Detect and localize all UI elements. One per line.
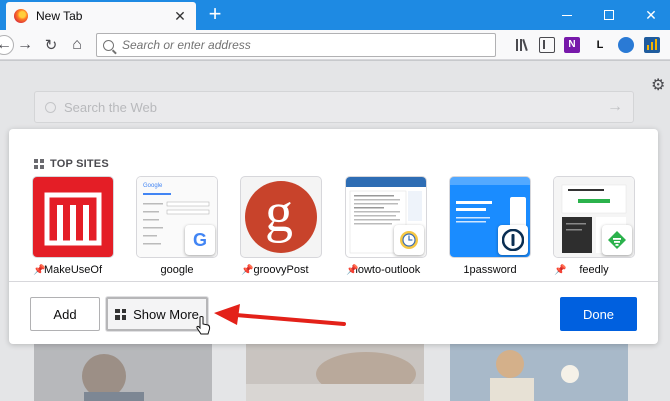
pin-icon: 📌 xyxy=(33,265,46,276)
maximize-button[interactable] xyxy=(588,0,630,30)
maximize-icon xyxy=(604,10,614,20)
hand-cursor-icon xyxy=(196,316,211,335)
web-search-box[interactable]: Search the Web → xyxy=(34,91,634,123)
firefox-icon xyxy=(14,9,28,23)
onenote-icon[interactable]: N xyxy=(564,37,580,53)
show-more-button[interactable]: Show More xyxy=(106,297,208,331)
minimize-icon xyxy=(562,14,572,16)
google-thumbnail[interactable]: Google G xyxy=(137,177,217,257)
top-site-label: 1password xyxy=(463,264,517,276)
top-sites-grid-icon xyxy=(34,159,44,169)
done-button[interactable]: Done xyxy=(560,297,637,331)
google-favicon-icon: G xyxy=(185,225,215,255)
top-site-label: google xyxy=(160,264,194,276)
background-story-card xyxy=(450,344,628,401)
top-site-makeuseof[interactable]: 📌 MakeUseOf xyxy=(33,177,113,276)
show-more-label: Show More xyxy=(133,306,199,322)
title-bar: New Tab ✕ + ✕ xyxy=(0,0,670,30)
top-site-1password[interactable]: 1password xyxy=(450,177,530,276)
new-tab-page: Search the Web → ⚙ TOP SITES 📌 MakeUseOf… xyxy=(0,61,670,401)
back-button[interactable]: ← xyxy=(0,35,14,55)
top-sites-heading: TOP SITES xyxy=(34,158,109,170)
forward-button[interactable]: → xyxy=(14,34,36,56)
new-tab-button[interactable]: + xyxy=(204,3,226,26)
library-icon[interactable] xyxy=(514,37,530,53)
annotation-arrow-icon xyxy=(214,304,346,326)
reload-button[interactable]: ↻ xyxy=(40,34,62,56)
groovypost-thumbnail[interactable]: g xyxy=(241,177,321,257)
1password-thumbnail[interactable] xyxy=(450,177,530,257)
window-close-button[interactable]: ✕ xyxy=(630,0,670,30)
search-go-icon: → xyxy=(607,98,623,115)
sidebar-icon[interactable] xyxy=(539,37,555,53)
address-bar[interactable] xyxy=(96,33,496,57)
l-extension-icon[interactable]: L xyxy=(592,37,608,53)
home-button[interactable]: ⌂ xyxy=(66,34,88,56)
top-sites-title: TOP SITES xyxy=(50,158,109,170)
chart-extension-icon[interactable] xyxy=(644,37,660,53)
howto-outlook-thumbnail[interactable] xyxy=(346,177,426,257)
top-site-howto-outlook[interactable]: 📌 howto-outlook xyxy=(346,177,426,276)
dialog-divider xyxy=(9,281,658,282)
background-story-card xyxy=(34,344,212,401)
pin-icon: 📌 xyxy=(241,265,254,276)
person-photo-image xyxy=(82,354,144,401)
top-site-groovypost[interactable]: g 📌 groovyPost xyxy=(241,177,321,276)
search-icon xyxy=(103,39,114,51)
pin-icon: 📌 xyxy=(554,265,567,276)
howto-outlook-favicon-icon xyxy=(394,225,424,255)
tab-title: New Tab xyxy=(36,9,83,23)
add-button[interactable]: Add xyxy=(30,297,100,331)
tab-new-tab[interactable]: New Tab ✕ xyxy=(6,2,196,30)
feedly-favicon-icon xyxy=(602,225,632,255)
blue-extension-icon[interactable] xyxy=(618,37,634,53)
minimize-button[interactable] xyxy=(546,0,588,30)
grid-icon xyxy=(115,308,127,320)
close-tab-icon[interactable]: ✕ xyxy=(172,8,188,25)
nav-bar: ← → ↻ ⌂ N L xyxy=(0,30,670,60)
top-site-feedly[interactable]: 📌 feedly xyxy=(554,177,634,276)
background-story-card xyxy=(246,344,424,401)
top-site-google[interactable]: Google G google xyxy=(137,177,217,276)
sleeping-photo-image xyxy=(246,352,424,401)
feedly-thumbnail[interactable] xyxy=(554,177,634,257)
illustration-image xyxy=(490,350,579,401)
groovypost-letter: g xyxy=(265,182,293,244)
google-g-letter: G xyxy=(192,229,207,250)
makeuseof-thumbnail[interactable] xyxy=(33,177,113,257)
search-icon xyxy=(45,101,56,113)
top-sites-list: 📌 MakeUseOf Google G google g 📌 groovyPo… xyxy=(33,177,639,277)
gear-icon[interactable]: ⚙ xyxy=(651,75,665,95)
google-thumbnail-logo: Google xyxy=(143,183,163,189)
web-search-placeholder: Search the Web xyxy=(64,99,157,115)
address-input[interactable] xyxy=(122,38,482,52)
makeuseof-logo-icon xyxy=(44,192,102,246)
1password-favicon-icon xyxy=(498,225,528,255)
pin-icon: 📌 xyxy=(346,265,359,276)
